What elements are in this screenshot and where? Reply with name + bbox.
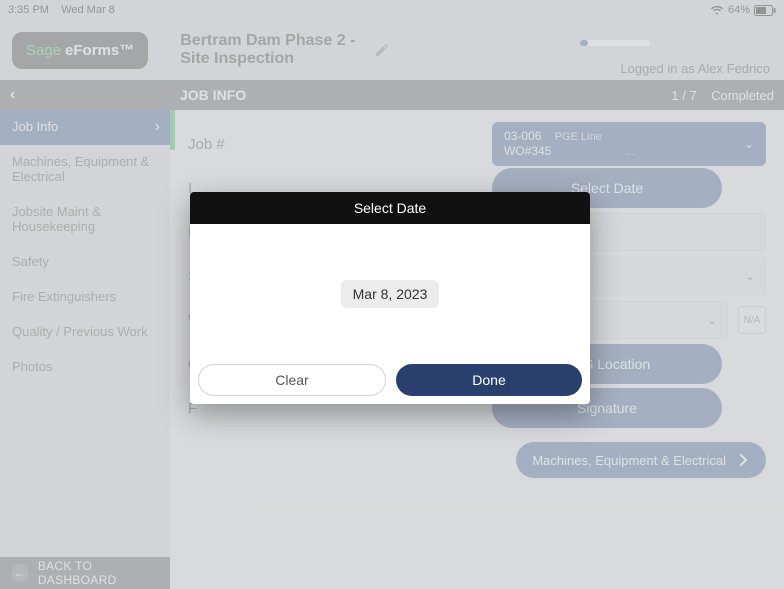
done-button-label: Done (472, 372, 505, 388)
clear-button[interactable]: Clear (198, 364, 386, 396)
modal-title-bar: Select Date (190, 192, 590, 224)
modal-footer: Clear Done (190, 364, 590, 404)
date-value-text: Mar 8, 2023 (353, 286, 428, 302)
clear-button-label: Clear (275, 372, 308, 388)
modal-title: Select Date (354, 200, 426, 216)
done-button[interactable]: Done (396, 364, 582, 396)
modal-body: Mar 8, 2023 (190, 224, 590, 364)
date-value-chip[interactable]: Mar 8, 2023 (341, 280, 440, 308)
date-picker-modal: Select Date Mar 8, 2023 Clear Done (190, 192, 590, 404)
